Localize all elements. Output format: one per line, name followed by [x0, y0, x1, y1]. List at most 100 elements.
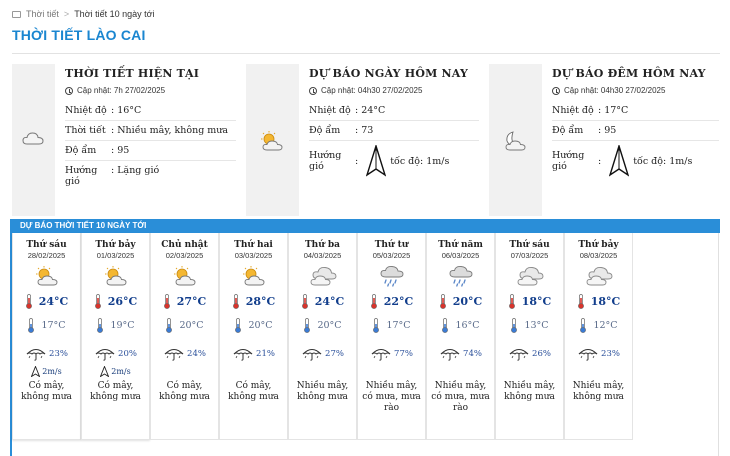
current-row-humidity: Độ ẩm: 95 — [65, 141, 236, 161]
condition-line-1: Có mây, — [235, 381, 272, 391]
forecast-day: Thứ bảy 08/03/2025 18°C 12°C 23% Nhiều mây, kh… — [564, 233, 633, 440]
current-updated: Cập nhật: 7h 27/02/2025 — [65, 86, 236, 95]
sun-cloud-icon — [242, 266, 264, 286]
thermometer-high-icon — [439, 293, 446, 309]
condition-line-1: Có mây, — [97, 381, 134, 391]
temp-high-value: 28°C — [245, 294, 276, 308]
forecast-day: Thứ sáu 07/03/2025 18°C 13°C 26% Nhiều mây, kh… — [495, 233, 564, 440]
temp-low: 19°C — [82, 317, 149, 333]
forecast-day: Thứ sáu 28/02/2025 24°C 17°C 23% 2m/s Có mây, k… — [12, 233, 81, 440]
rain-chance: 23% — [13, 347, 80, 361]
thermometer-high-icon — [577, 293, 584, 309]
breadcrumb-separator: > — [63, 9, 70, 19]
temp-high: 18°C — [565, 293, 632, 309]
wind-speed: 2m/s — [82, 365, 149, 377]
wind-direction-arrow-icon — [609, 145, 630, 177]
condition-line-3: rào — [452, 403, 469, 413]
clock-icon — [309, 86, 317, 95]
thermometer-high-icon — [163, 293, 170, 309]
current-row-temp: Nhiệt độ: 16°C — [65, 101, 236, 121]
thermometer-low-icon — [442, 317, 449, 333]
condition-line-2: có mưa, mưa — [431, 392, 490, 402]
thermometer-high-icon — [508, 293, 515, 309]
rain-chance: 21% — [220, 347, 287, 361]
umbrella-rain-icon — [440, 349, 460, 361]
today-icon-panel — [246, 64, 299, 216]
temp-low: 13°C — [496, 317, 563, 333]
today-row-wind: Hướng gió : tốc độ: 1m/s — [309, 141, 479, 181]
day-date: 04/03/2025 — [303, 251, 342, 260]
current-icon-panel — [12, 64, 55, 216]
wind-speed-value: 2m/s — [42, 366, 62, 376]
cloud-icon — [586, 267, 612, 286]
temp-low: 20°C — [220, 317, 287, 333]
temp-low-value: 20°C — [179, 319, 204, 331]
temp-high: 22°C — [358, 293, 425, 309]
wind-speed — [289, 365, 356, 377]
forecast-right-border — [718, 233, 719, 456]
forecast-day: Thứ ba 04/03/2025 24°C 20°C 27% Nhiều mây, khô… — [288, 233, 357, 440]
thermometer-low-icon — [97, 317, 104, 333]
day-date: 06/03/2025 — [441, 251, 480, 260]
condition-line-2: không mưa — [159, 392, 210, 402]
rain-chance: 26% — [496, 347, 563, 361]
temp-low: 20°C — [151, 317, 218, 333]
temp-low: 17°C — [13, 317, 80, 333]
sun-cloud-icon — [173, 266, 195, 286]
thermometer-low-icon — [511, 317, 518, 333]
thermometer-low-icon — [28, 317, 35, 333]
temp-low-value: 19°C — [110, 319, 135, 331]
condition-line-1: Nhiều mây, — [503, 381, 556, 391]
umbrella-rain-icon — [302, 349, 322, 361]
forecast-days: Thứ sáu 28/02/2025 24°C 17°C 23% 2m/s Có mây, k… — [12, 233, 633, 440]
day-name: Thứ sáu — [26, 240, 67, 250]
rain-chance-value: 24% — [187, 349, 206, 359]
day-name: Thứ năm — [438, 240, 483, 250]
cloud-icon — [22, 132, 44, 145]
temp-high-value: 18°C — [521, 294, 552, 308]
temp-high: 24°C — [289, 293, 356, 309]
tonight-forecast-card: DỰ BÁO ĐÊM HÔM NAY Cập nhật: 04h30 27/02… — [489, 64, 719, 216]
day-name: Thứ bảy — [578, 240, 619, 250]
day-date: 07/03/2025 — [510, 251, 549, 260]
current-rows: Nhiệt độ: 16°C Thời tiết: Nhiều mây, khô… — [65, 101, 236, 191]
day-date: 01/03/2025 — [96, 251, 135, 260]
condition-line-1: Nhiều mây, — [434, 381, 487, 391]
thermometer-low-icon — [580, 317, 587, 333]
umbrella-rain-icon — [371, 349, 391, 361]
condition-line-1: Nhiều mây, — [572, 381, 625, 391]
wind-speed — [496, 365, 563, 377]
wind-speed — [151, 365, 218, 377]
thermometer-low-icon — [304, 317, 311, 333]
condition-line-1: Nhiều mây, — [365, 381, 418, 391]
temp-low: 17°C — [358, 317, 425, 333]
rain-cloud-icon — [380, 266, 403, 287]
temp-low-value: 20°C — [248, 319, 273, 331]
temp-high-value: 27°C — [176, 294, 207, 308]
forecast-header: DỰ BÁO THỜI TIẾT 10 NGÀY TỚI — [10, 219, 720, 233]
cloud-icon — [310, 267, 336, 286]
condition-line-2: không mưa — [228, 392, 279, 402]
thermometer-high-icon — [94, 293, 101, 309]
breadcrumb-root[interactable]: Thời tiết — [26, 9, 59, 19]
condition-text: Nhiều mây, không mưa — [565, 381, 632, 403]
temp-high: 26°C — [82, 293, 149, 309]
temp-high: 20°C — [427, 293, 494, 309]
day-date: 08/03/2025 — [579, 251, 618, 260]
today-row-temp: Nhiệt độ: 24°C — [309, 101, 479, 121]
breadcrumb: Thời tiết > Thời tiết 10 ngày tới — [12, 9, 155, 19]
wind-speed — [220, 365, 287, 377]
today-row-humidity: Độ ẩm: 73 — [309, 121, 479, 141]
breadcrumb-current[interactable]: Thời tiết 10 ngày tới — [74, 9, 154, 19]
day-name: Thứ ba — [304, 240, 341, 250]
umbrella-rain-icon — [509, 349, 529, 361]
umbrella-rain-icon — [164, 349, 184, 361]
home-icon[interactable] — [12, 10, 21, 18]
rain-chance-value: 21% — [256, 349, 275, 359]
temp-low-value: 17°C — [386, 319, 411, 331]
tonight-row-temp: Nhiệt độ: 17°C — [552, 101, 719, 121]
tonight-body: DỰ BÁO ĐÊM HÔM NAY Cập nhật: 04h30 27/02… — [542, 64, 719, 216]
cloud-icon — [517, 267, 543, 286]
rain-chance: 27% — [289, 347, 356, 361]
wind-direction-arrow-icon — [366, 145, 387, 177]
